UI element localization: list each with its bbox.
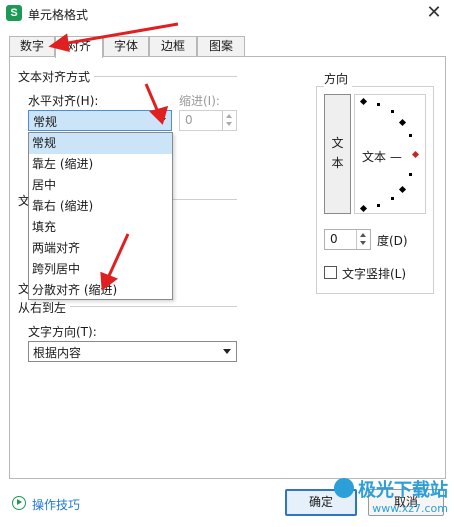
dropdown-option-left-indent[interactable]: 靠左 (缩进) (29, 154, 172, 175)
watermark-logo-icon (334, 478, 354, 498)
watermark-url-text: www.xz7.com (372, 502, 448, 515)
text-direction-value: 根据内容 (33, 346, 82, 360)
chevron-down-icon (158, 118, 166, 123)
indent-stepper[interactable]: 0 (179, 110, 237, 131)
dropdown-option-fill[interactable]: 填充 (29, 217, 172, 238)
rtl-group-title: 从右到左 (18, 299, 71, 316)
site-watermark: 极光下载站 www.xz7.com (334, 476, 448, 515)
dial-dot (409, 134, 412, 137)
tab-font[interactable]: 字体 (103, 36, 149, 57)
orientation-group-title: 方向 (324, 70, 353, 87)
dropdown-option-center[interactable]: 居中 (29, 175, 172, 196)
dropdown-option-general[interactable]: 常规 (29, 133, 172, 154)
play-circle-icon[interactable] (12, 496, 26, 510)
horizontal-align-dropdown: 常规 靠左 (缩进) 居中 靠右 (缩进) 填充 两端对齐 跨列居中 分散对齐 … (28, 132, 173, 300)
dropdown-option-center-across[interactable]: 跨列居中 (29, 259, 172, 280)
dial-dot (391, 197, 394, 200)
dropdown-option-right-indent[interactable]: 靠右 (缩进) (29, 196, 172, 217)
dropdown-option-distributed-indent[interactable]: 分散对齐 (缩进) (29, 280, 172, 301)
tab-pattern[interactable]: 图案 (197, 36, 245, 57)
alignment-group-title: 文本对齐方式 (18, 68, 95, 85)
stepper-down-icon (360, 241, 366, 245)
indent-label: 缩进(I): (179, 94, 220, 108)
stepper-up-icon (360, 233, 366, 237)
close-button[interactable]: ✕ (424, 3, 444, 23)
horizontal-align-value: 常规 (33, 115, 58, 129)
spreadsheet-app-icon: S (6, 5, 22, 21)
degree-stepper[interactable]: 0 (324, 229, 371, 250)
degree-stepper-buttons[interactable] (356, 230, 370, 249)
orientation-dial-label: 文本 — (362, 150, 402, 164)
dialog-title: 单元格格式 (28, 8, 89, 22)
dial-dot (409, 173, 412, 176)
text-direction-select[interactable]: 根据内容 (28, 341, 237, 362)
chevron-down-icon (223, 349, 231, 354)
vertical-text-checkbox-label[interactable]: 文字竖排(L) (342, 265, 406, 282)
title-bar: S 单元格格式 ✕ (0, 0, 454, 28)
watermark-main-text: 极光下载站 (358, 480, 448, 501)
dial-dot (377, 103, 380, 106)
stepper-up-icon (226, 114, 232, 118)
indent-stepper-buttons[interactable] (222, 111, 236, 130)
horizontal-align-label: 水平对齐(H): (28, 94, 99, 108)
horizontal-align-select[interactable]: 常规 (28, 110, 172, 131)
degree-value: 0 (330, 232, 338, 246)
tab-border[interactable]: 边框 (149, 36, 197, 57)
dial-dot (377, 204, 380, 207)
indent-value: 0 (185, 113, 193, 127)
vertical-text-checkbox[interactable] (324, 266, 337, 279)
tab-number[interactable]: 数字 (9, 36, 55, 57)
dropdown-option-justify[interactable]: 两端对齐 (29, 238, 172, 259)
dial-dot (391, 110, 394, 113)
stepper-down-icon (226, 122, 232, 126)
degree-label: 度(D) (377, 234, 408, 248)
vertical-text-button[interactable]: 文 本 (324, 94, 351, 214)
tips-link[interactable]: 操作技巧 (32, 496, 80, 513)
vertical-text-char-1: 文 (331, 136, 344, 150)
text-direction-label: 文字方向(T): (28, 325, 97, 339)
vertical-text-char-2: 本 (331, 156, 344, 170)
tab-alignment[interactable]: 对齐 (55, 36, 103, 58)
